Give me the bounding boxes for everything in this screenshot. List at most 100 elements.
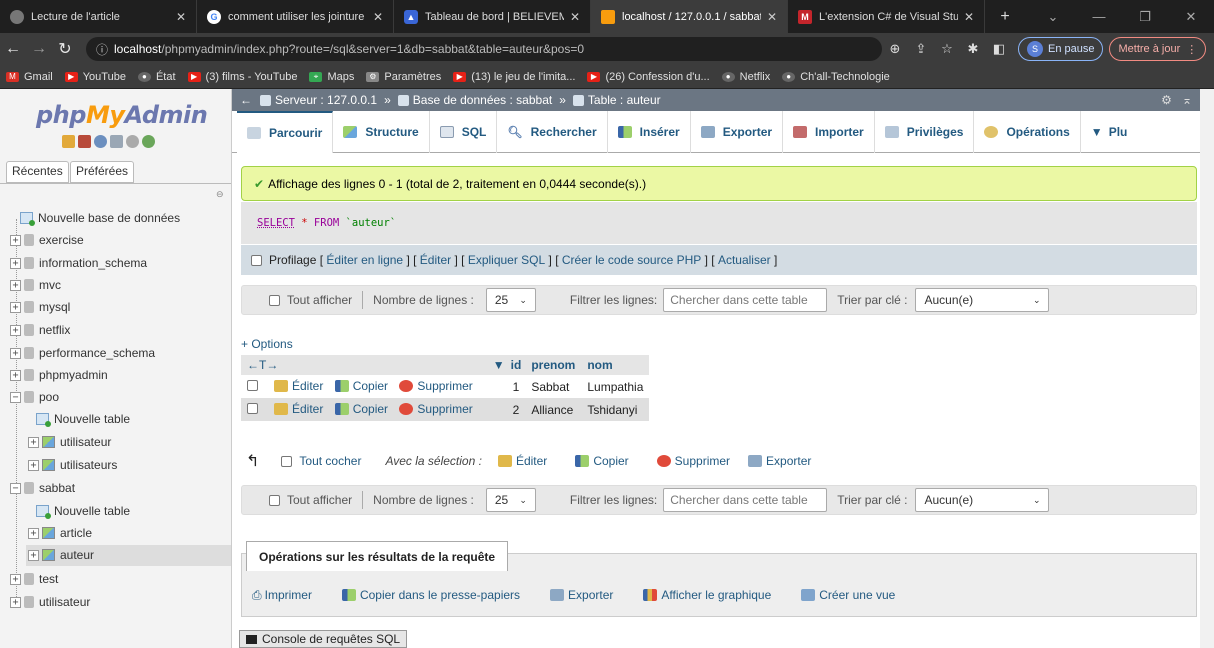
info-icon[interactable]: ⓘ	[96, 41, 108, 58]
new-tab-button[interactable]: +	[985, 0, 1025, 33]
help-icon[interactable]	[94, 135, 107, 148]
breadcrumb-table[interactable]: Table : auteur	[588, 93, 661, 107]
export-results-button[interactable]: Exporter	[550, 588, 613, 602]
maximize-icon[interactable]: ❐	[1122, 0, 1168, 33]
cell-id[interactable]: 1	[486, 375, 526, 398]
cell-prenom[interactable]: Sabbat	[525, 375, 582, 398]
bookmark-parametres[interactable]: ⚙ Paramètres	[366, 71, 441, 83]
collapse-icon[interactable]: −	[10, 482, 21, 494]
bookmark-gmail[interactable]: M Gmail	[6, 71, 53, 83]
update-button[interactable]: Mettre à jour ⋮	[1109, 37, 1207, 61]
link-inline-edit[interactable]: Éditer en ligne	[326, 253, 403, 267]
expand-icon[interactable]: +	[28, 436, 39, 448]
logout-icon[interactable]	[78, 135, 91, 148]
db-phpmyadmin[interactable]: + phpmyadmin	[10, 365, 108, 385]
db-performance-schema[interactable]: + performance_schema	[10, 343, 155, 363]
sort-select[interactable]: Aucun(e) ⌄	[915, 288, 1050, 312]
tab-insert[interactable]: Insérer	[608, 110, 691, 153]
show-all-checkbox[interactable]	[269, 494, 280, 506]
delete-row-button[interactable]: Supprimer	[399, 402, 473, 416]
browser-tab[interactable]: M L'extension C# de Visual Stu ✕	[788, 0, 985, 33]
expand-icon[interactable]: +	[10, 301, 21, 313]
bookmark-netflix[interactable]: ● Netflix	[721, 71, 770, 83]
check-all-label[interactable]: Tout cocher	[299, 454, 361, 468]
reload-nav-icon[interactable]	[142, 135, 155, 148]
rows-select[interactable]: 25 ⌄	[485, 288, 536, 312]
filter-input[interactable]: Chercher dans cette table	[663, 488, 828, 512]
db-exercise[interactable]: + exercise	[10, 230, 84, 250]
table-auteur[interactable]: + auteur	[28, 545, 94, 565]
sql-console-toggle[interactable]: Console de requêtes SQL	[239, 630, 408, 648]
tab-import[interactable]: Importer	[783, 110, 875, 153]
breadcrumb-database[interactable]: Base de données : sabbat	[413, 93, 552, 107]
main-scrollbar[interactable]	[1200, 89, 1214, 648]
tab-export[interactable]: Exporter	[691, 110, 784, 153]
forward-icon[interactable]: →	[26, 40, 52, 58]
star-icon[interactable]: ☆	[934, 41, 960, 57]
expand-icon[interactable]: +	[10, 596, 21, 608]
breadcrumb-server[interactable]: Serveur : 127.0.0.1	[275, 93, 377, 107]
back-icon[interactable]: ←	[0, 40, 26, 58]
expand-icon[interactable]: +	[10, 369, 21, 381]
check-all-checkbox[interactable]	[281, 455, 293, 467]
expand-icon[interactable]: +	[10, 279, 21, 291]
sidepanel-icon[interactable]: ◧	[986, 41, 1012, 57]
minimize-panel-icon[interactable]: ⌅	[1182, 93, 1192, 107]
sql-query-box[interactable]: SELECT * FROM `auteur`	[241, 202, 1197, 244]
table-utilisateurs[interactable]: + utilisateurs	[28, 455, 117, 475]
bookmark-youtube[interactable]: ▶ YouTube	[64, 71, 126, 83]
sabbat-new-table-link[interactable]: Nouvelle table	[36, 501, 130, 521]
url-input[interactable]: ⓘ localhost /phpmyadmin/index.php?route=…	[86, 37, 882, 61]
sort-header-nom[interactable]: nom	[581, 355, 650, 375]
cell-id[interactable]: 2	[486, 398, 526, 421]
sort-header-id[interactable]: ▼ id	[486, 355, 526, 375]
link-icon[interactable]: ⊖	[216, 189, 224, 200]
table-utilisateur[interactable]: + utilisateur	[28, 432, 111, 452]
bookmark-etat[interactable]: ● État	[137, 71, 176, 83]
create-view-button[interactable]: Créer une vue	[801, 588, 895, 602]
row-checkbox[interactable]	[247, 402, 258, 414]
collapse-sidebar-icon[interactable]: ←	[240, 93, 252, 107]
db-information-schema[interactable]: + information_schema	[10, 253, 147, 273]
tab-operations[interactable]: Opérations	[974, 110, 1081, 153]
close-tab-icon[interactable]: ✕	[570, 10, 580, 24]
minimize-icon[interactable]: —	[1076, 0, 1122, 33]
cell-nom[interactable]: Lumpathia	[581, 375, 650, 398]
tab-search[interactable]: 🔍︎ Rechercher	[497, 110, 608, 153]
rows-select[interactable]: 25 ⌄	[485, 488, 536, 512]
db-poo[interactable]: − poo	[10, 387, 59, 407]
docs-icon[interactable]	[110, 135, 123, 148]
edit-row-button[interactable]: Éditer	[274, 402, 323, 416]
tab-browse[interactable]: Parcourir	[237, 110, 334, 153]
sort-select[interactable]: Aucun(e) ⌄	[915, 488, 1050, 512]
bookmark-films[interactable]: ▶ (3) films - YouTube	[187, 71, 297, 83]
bookmark-challtech[interactable]: ● Ch'all-Technologie	[782, 71, 890, 83]
expand-icon[interactable]: +	[10, 324, 21, 336]
tab-recent[interactable]: Récentes	[6, 161, 69, 183]
link-php-code[interactable]: Créer le code source PHP	[562, 253, 701, 267]
reload-icon[interactable]: ↻	[52, 39, 78, 59]
bulk-delete-button[interactable]: Supprimer	[656, 454, 730, 468]
close-tab-icon[interactable]: ✕	[373, 10, 383, 24]
home-icon[interactable]	[62, 135, 75, 148]
extensions-icon[interactable]: ✱	[960, 41, 986, 57]
close-tab-icon[interactable]: ✕	[767, 10, 777, 24]
tab-structure[interactable]: Structure	[333, 110, 430, 153]
tab-search-icon[interactable]: ⌄	[1030, 0, 1076, 33]
expand-icon[interactable]: +	[10, 573, 21, 585]
expand-icon[interactable]: +	[10, 347, 21, 359]
browser-tab[interactable]: ▲ Tableau de bord | BELIEVEMY ✕	[394, 0, 591, 33]
bookmark-confession[interactable]: ▶ (26) Confession d'u...	[587, 71, 710, 83]
sort-header-prenom[interactable]: prenom	[525, 355, 582, 375]
bookmark-jeu[interactable]: ▶ (13) le jeu de l'imita...	[453, 71, 575, 83]
copy-row-button[interactable]: Copier	[334, 402, 388, 416]
db-mvc[interactable]: + mvc	[10, 275, 61, 295]
cell-prenom[interactable]: Alliance	[525, 398, 582, 421]
phpmyadmin-logo[interactable]: phpMyAdmin	[36, 101, 208, 129]
options-link[interactable]: + Options	[241, 337, 293, 351]
profile-paused-button[interactable]: S En pause	[1018, 37, 1104, 61]
gear-icon[interactable]: ⚙	[1161, 93, 1172, 107]
link-explain[interactable]: Expliquer SQL	[468, 253, 545, 267]
cell-nom[interactable]: Tshidanyi	[581, 398, 650, 421]
show-all-checkbox[interactable]	[269, 294, 280, 306]
